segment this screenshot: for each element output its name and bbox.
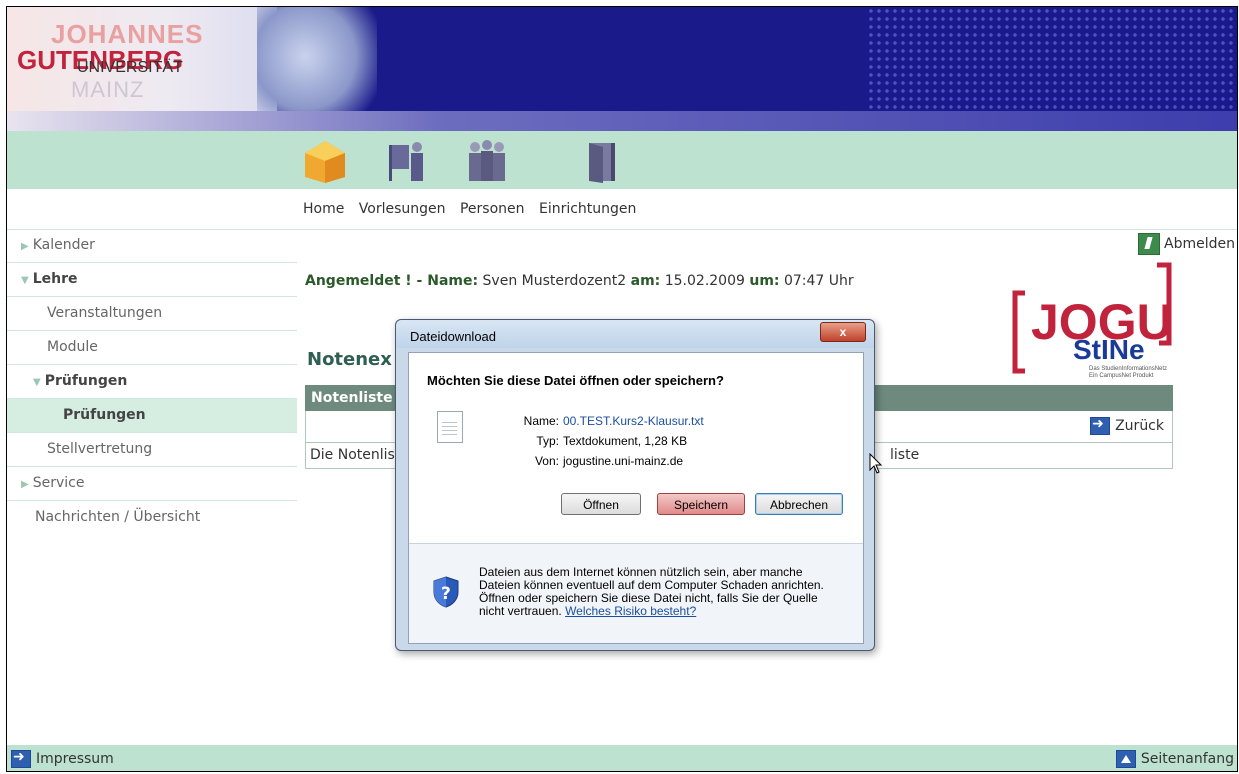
nav-personen[interactable]: Personen [460, 201, 525, 217]
browser-page: JOHANNES GUTENBERG UNIVERSITÄT MAINZ Hom… [6, 6, 1238, 772]
arrow-up-icon [1115, 750, 1136, 768]
login-am-label: am: [630, 273, 661, 289]
dialog-question: Möchten Sie diese Datei öffnen oder spei… [427, 373, 724, 388]
dialog-body: Möchten Sie diese Datei öffnen oder spei… [408, 352, 864, 644]
name-label: Name: [523, 414, 559, 428]
home-icon[interactable] [303, 139, 347, 183]
header-dot-pattern [867, 7, 1237, 112]
sidebar-item-label: Module [47, 339, 98, 355]
page-top-link[interactable]: Seitenanfang [1115, 750, 1234, 768]
file-source: jogustine.uni-mainz.de [563, 454, 684, 468]
sidebar-item-veranstaltungen[interactable]: Veranstaltungen [7, 297, 297, 331]
login-label: Angemeldet ! - Name: [305, 273, 479, 289]
lectures-icon[interactable] [385, 139, 429, 183]
header-strip [7, 111, 1237, 131]
sidebar: ▶ Kalender ▼ Lehre Veranstaltungen Module … [7, 229, 297, 534]
persons-icon[interactable] [465, 139, 509, 183]
back-label: Zurück [1115, 418, 1164, 434]
list-message-left: Die Notenlis [310, 447, 395, 463]
dialog-titlebar[interactable]: Dateidownload x [396, 320, 874, 348]
main-nav: Home Vorlesungen Personen Einrichtungen [303, 201, 646, 217]
login-name: Sven Musterdozent2 [482, 273, 627, 289]
impressum-link[interactable]: Impressum [11, 749, 114, 768]
page-top-label: Seitenanfang [1140, 751, 1234, 767]
nav-home[interactable]: Home [303, 201, 344, 217]
logo-sub2: Ein CampusNet Produkt [1089, 373, 1154, 379]
type-label: Typ: [536, 434, 559, 448]
section-title: Notenex [307, 349, 392, 370]
close-button[interactable]: x [820, 322, 866, 342]
sidebar-item-service[interactable]: ▶ Service [7, 467, 297, 501]
sidebar-item-label: Prüfungen [44, 373, 128, 389]
file-type: Textdokument, 1,28 KB [563, 434, 688, 448]
close-icon: x [839, 325, 847, 339]
download-dialog: Dateidownload x Möchten Sie diese Datei … [395, 319, 875, 651]
sidebar-item-pruefungen-sub[interactable]: Prüfungen [7, 399, 297, 433]
nav-icon-band [7, 131, 1237, 189]
cancel-button[interactable]: Abbrechen [755, 493, 843, 515]
logout-icon [1138, 233, 1161, 255]
sidebar-item-label: Lehre [32, 271, 78, 287]
login-um-label: um: [749, 273, 780, 289]
sidebar-item-label: Kalender [32, 237, 95, 253]
logout-link[interactable]: Abmelden [1138, 233, 1235, 255]
logout-label: Abmelden [1164, 236, 1235, 252]
logo-mainz: MAINZ [71, 77, 145, 102]
triangle-right-icon: ▶ [21, 241, 29, 252]
back-link[interactable]: Zurück [1090, 416, 1164, 435]
sidebar-item-pruefungen[interactable]: ▼ Prüfungen [7, 365, 297, 399]
logo-stine-text: StINe [1073, 334, 1145, 365]
file-info: Name: 00.TEST.Kurs2-Klausur.txt Typ: Textd… [509, 411, 704, 471]
file-name: 00.TEST.Kurs2-Klausur.txt [563, 414, 704, 428]
security-warning: ? Dateien aus dem Internet können nützli… [409, 544, 863, 643]
open-button[interactable]: Öffnen [561, 493, 641, 515]
save-button[interactable]: Speichern [657, 493, 745, 515]
warning-text: Dateien aus dem Internet können nützlich… [479, 566, 849, 618]
login-time: 07:47 Uhr [783, 273, 854, 289]
jogustine-logo: JOGU StINe Das StudienInformationsNetz E… [1012, 262, 1173, 379]
nav-einrichtungen[interactable]: Einrichtungen [539, 201, 636, 217]
arrow-right-icon [1090, 416, 1111, 435]
sidebar-item-lehre[interactable]: ▼ Lehre [7, 263, 297, 297]
text-file-icon [437, 411, 463, 443]
impressum-label: Impressum [36, 751, 114, 767]
facilities-icon[interactable] [583, 139, 627, 183]
triangle-down-icon: ▼ [21, 275, 29, 286]
mouse-cursor-icon [869, 453, 883, 474]
from-label: Von: [534, 454, 559, 468]
risk-help-link[interactable]: Welches Risiko besteht? [565, 604, 696, 618]
triangle-down-icon: ▼ [33, 377, 41, 388]
nav-vorlesungen[interactable]: Vorlesungen [359, 201, 446, 217]
warning-line: nicht vertrauen. [479, 604, 562, 618]
sidebar-item-module[interactable]: Module [7, 331, 297, 365]
site-header: JOHANNES GUTENBERG UNIVERSITÄT MAINZ [7, 7, 1237, 131]
site-footer: Impressum Seitenanfang [7, 745, 1237, 771]
dialog-title: Dateidownload [410, 329, 497, 344]
login-date: 15.02.2009 [664, 273, 745, 289]
sidebar-item-nachrichten[interactable]: Nachrichten / Übersicht [7, 501, 297, 534]
triangle-right-icon: ▶ [21, 479, 29, 490]
logo-universitaet: UNIVERSITÄT [77, 59, 183, 76]
sidebar-item-label: Stellvertretung [47, 441, 153, 457]
arrow-right-icon [11, 749, 31, 768]
sidebar-item-label: Veranstaltungen [47, 305, 163, 321]
sidebar-item-label: Prüfungen [63, 407, 146, 423]
login-status: Angemeldet ! - Name: Sven Musterdozent2 … [305, 273, 854, 289]
svg-text:?: ? [441, 584, 451, 604]
logo-sub1: Das StudienInformationsNetz [1089, 366, 1167, 372]
sidebar-item-label: Service [32, 475, 85, 491]
sidebar-item-kalender[interactable]: ▶ Kalender [7, 229, 297, 263]
list-message-right: liste [890, 447, 920, 463]
sidebar-item-stellvertretung[interactable]: Stellvertretung [7, 433, 297, 467]
shield-icon: ? [433, 576, 459, 608]
sidebar-item-label: Nachrichten / Übersicht [35, 509, 201, 525]
